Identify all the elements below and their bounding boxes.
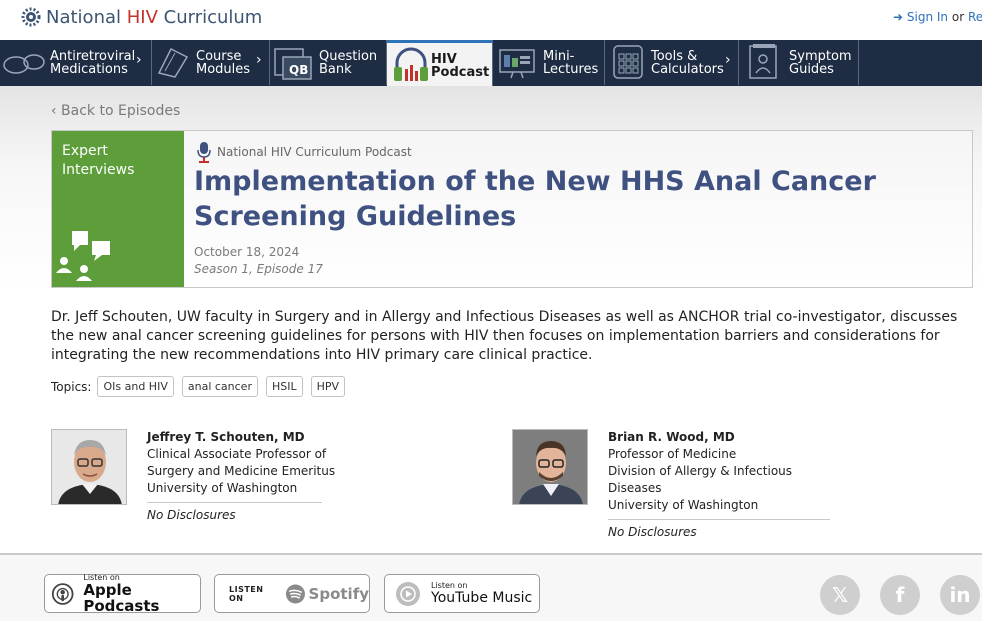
- speaker-portrait: [52, 430, 126, 504]
- nav-label: Question Bank: [319, 49, 378, 77]
- logo-gear-icon: [21, 7, 41, 27]
- speaker-name: Brian R. Wood, MD: [608, 430, 735, 444]
- svg-text:QB: QB: [289, 63, 308, 77]
- badge-small-text: LISTEN ON: [229, 584, 264, 603]
- badge-small-text: Listen on: [431, 581, 468, 590]
- chevron-right-icon: ›: [725, 52, 731, 68]
- nav-tools-calculators[interactable]: Tools & Calculators ›: [605, 40, 739, 85]
- headphones-icon: [394, 47, 428, 81]
- register-link[interactable]: Reg: [968, 10, 982, 24]
- spotify-button[interactable]: LISTEN ON Spotify: [214, 574, 370, 613]
- interview-people-icon: [56, 231, 110, 281]
- apple-podcasts-icon: [51, 582, 74, 605]
- speaker-name: Jeffrey T. Schouten, MD: [147, 430, 305, 444]
- or-text: or: [951, 10, 965, 24]
- nav-label: Course Modules: [196, 49, 251, 77]
- sign-in-link[interactable]: Sign In: [907, 10, 948, 24]
- main-nav: Antiretroviral Medications › Course Module…: [0, 40, 982, 86]
- episode-date: October 18, 2024: [194, 245, 300, 259]
- badge-big-text: Spotify: [308, 584, 369, 603]
- calculator-icon: [613, 45, 643, 79]
- youtube-music-icon: [396, 581, 420, 606]
- nav-question-bank[interactable]: QB Question Bank: [270, 40, 387, 85]
- sign-in-icon: ➜: [893, 10, 904, 24]
- site-logo[interactable]: National HIV Curriculum: [20, 6, 262, 28]
- footer: Listen on Apple Podcasts LISTEN ON Spoti…: [0, 553, 982, 621]
- badge-big-text: YouTube Music: [431, 590, 533, 606]
- chevron-right-icon: ›: [136, 52, 142, 68]
- pill-icon: [3, 54, 45, 74]
- speaker-title: Clinical Associate Professor of: [147, 447, 327, 461]
- nav-label: Tools & Calculators: [651, 49, 724, 77]
- speaker-title: Professor of Medicine: [608, 447, 737, 461]
- category-label: Expert Interviews: [62, 143, 135, 178]
- episode-title: Implementation of the New HHS Anal Cance…: [194, 166, 876, 232]
- category-tile: Expert Interviews: [52, 131, 184, 287]
- speaker-photo: [51, 429, 127, 505]
- linkedin-icon[interactable]: in: [940, 575, 980, 615]
- x-icon[interactable]: 𝕏: [820, 575, 860, 615]
- account-links: ➜ Sign In or Reg: [893, 10, 982, 24]
- book-stack-icon: [157, 47, 189, 78]
- nav-label: HIV Podcast: [431, 52, 490, 80]
- nav-label: Symptom Guides: [789, 49, 852, 77]
- topics: Topics: OIs and HIV anal cancer HSIL HPV: [51, 376, 353, 397]
- microphone-icon: [197, 142, 211, 163]
- speaker-institution: University of Washington: [147, 481, 298, 495]
- nav-label: Mini- Lectures: [543, 49, 599, 77]
- topic-tag[interactable]: HPV: [310, 376, 346, 397]
- speaker-photo: [512, 429, 588, 505]
- podcast-name: National HIV Curriculum Podcast: [217, 145, 412, 159]
- nav-hiv-podcast[interactable]: HIV Podcast: [387, 40, 493, 86]
- nav-antiretroviral-medications[interactable]: Antiretroviral Medications ›: [0, 40, 152, 85]
- chevron-right-icon: ›: [256, 52, 262, 68]
- season-episode: Season 1, Episode 17: [194, 262, 323, 276]
- nav-mini-lectures[interactable]: Mini- Lectures: [493, 40, 605, 85]
- nav-course-modules[interactable]: Course Modules ›: [152, 40, 270, 85]
- presentation-icon: [499, 49, 535, 79]
- topic-tag[interactable]: OIs and HIV: [97, 376, 174, 397]
- back-to-episodes-link[interactable]: ‹ Back to Episodes: [51, 103, 180, 119]
- speaker-department: Surgery and Medicine Emeritus: [147, 464, 336, 478]
- episode-description: Dr. Jeff Schouten, UW faculty in Surgery…: [51, 309, 958, 363]
- spotify-icon: [285, 583, 305, 604]
- topic-tag[interactable]: HSIL: [265, 376, 303, 397]
- speaker-portrait: [513, 430, 587, 504]
- speaker-info: Brian R. Wood, MD Professor of Medicine …: [608, 429, 848, 541]
- speaker-info: Jeffrey T. Schouten, MD Clinical Associa…: [147, 429, 387, 524]
- logo-text: National HIV Curriculum: [46, 6, 263, 28]
- facebook-icon[interactable]: f: [880, 575, 920, 615]
- speaker-department: Division of Allergy & Infectious Disease…: [608, 464, 793, 495]
- apple-podcasts-button[interactable]: Listen on Apple Podcasts: [44, 573, 201, 615]
- episode-card: Expert Interviews National HIV Curriculu…: [51, 130, 973, 288]
- nav-symptom-guides[interactable]: Symptom Guides: [739, 40, 859, 85]
- youtube-music-button[interactable]: Listen on YouTube Music: [384, 574, 540, 613]
- speaker-disclosure: No Disclosures: [147, 502, 322, 524]
- speaker-disclosure: No Disclosures: [608, 519, 830, 541]
- topics-label: Topics:: [51, 379, 92, 394]
- badge-big-text: Apple Podcasts: [83, 581, 160, 615]
- speaker-institution: University of Washington: [608, 498, 759, 512]
- question-bank-icon: QB: [274, 48, 312, 80]
- guide-book-icon: [749, 44, 777, 79]
- nav-label: Antiretroviral Medications: [50, 49, 136, 77]
- top-bar: National HIV Curriculum ➜ Sign In or Reg: [0, 0, 982, 40]
- topic-tag[interactable]: anal cancer: [181, 376, 258, 397]
